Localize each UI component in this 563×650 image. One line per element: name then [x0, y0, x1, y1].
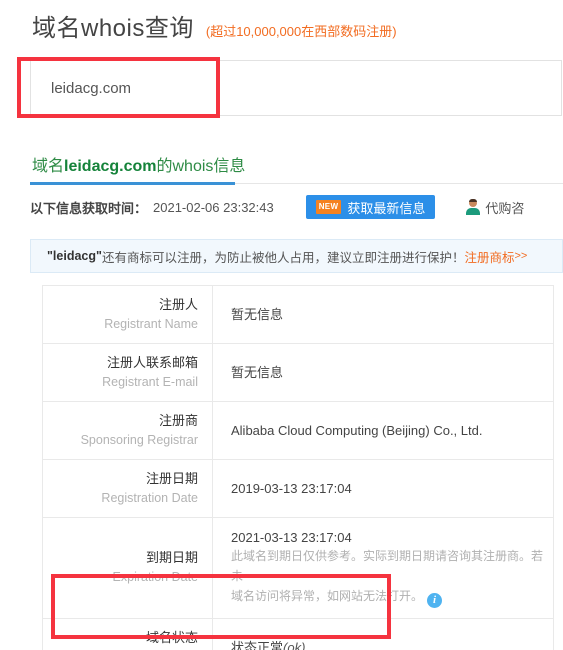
fetch-time-value: 2021-02-06 23:32:43: [153, 199, 274, 215]
label-en: Registrant E-mail: [102, 374, 198, 389]
fetch-time-label: 以下信息获取时间：: [30, 200, 148, 216]
trademark-notice: "leidacg" 还有商标可以注册，为防止被他人占用，建议立即注册进行保护！注…: [30, 239, 563, 273]
row-value-sponsoring-registrar: Alibaba Cloud Computing (Beijing) Co., L…: [212, 400, 554, 460]
page-title-note: (超过10,000,000在西部数码注册): [205, 24, 397, 39]
row-value-registrant-name: 暂无信息: [212, 285, 554, 344]
table-row: 注册商 Sponsoring Registrar Alibaba Cloud C…: [42, 400, 554, 460]
row-value-registration-date: 2019-03-13 23:17:04: [212, 458, 554, 518]
whois-page: 域名whois查询 (超过10,000,000在西部数码注册) 域名leidac…: [0, 0, 563, 650]
expiration-date-value: 2021-03-13 23:17:04: [231, 529, 352, 545]
whois-heading-prefix: 域名: [32, 158, 65, 175]
new-badge: NEW: [315, 200, 342, 214]
row-value-expiration-date: 2021-03-13 23:17:04 此域名到期日仅供参考。实际到期日期请咨询…: [212, 516, 554, 619]
label-cn: 注册人: [158, 297, 198, 312]
label-cn: 注册人联系邮箱: [106, 354, 198, 370]
search-input[interactable]: [31, 61, 561, 115]
label-cn: 注册商: [158, 412, 198, 428]
page-title: 域名whois查询: [32, 15, 194, 42]
trademark-register-link[interactable]: 注册商标: [464, 247, 514, 266]
whois-heading: 域名leidacg.com的whois信息: [32, 152, 245, 176]
trademark-notice-text: 还有商标可以注册，为防止被他人占用，建议立即注册进行保护！: [101, 250, 465, 265]
whois-heading-domain: leidacg.com: [64, 158, 157, 175]
trademark-link-arrows: >>: [514, 250, 528, 262]
refresh-whois-label: 获取最新信息: [347, 200, 426, 216]
row-label-expiration-date: 到期日期 Expiration Date: [42, 516, 213, 619]
agent-consult-link[interactable]: 代购咨: [465, 198, 524, 217]
row-label-registrant-name: 注册人 Registrant Name: [42, 285, 213, 344]
expiration-note-line2: 域名访问将异常，如网站无法打开。: [231, 588, 424, 603]
label-en: Expiration Date: [112, 570, 198, 585]
table-row: 注册人联系邮箱 Registrant E-mail 暂无信息: [42, 342, 554, 402]
label-cn: 域名状态: [145, 629, 198, 645]
agent-consult-label: 代购咨: [485, 200, 525, 216]
heading-underline: [30, 182, 235, 185]
label-en: Registration Date: [101, 490, 198, 505]
table-row: 到期日期 Expiration Date 2021-03-13 23:17:04…: [42, 516, 554, 619]
table-row: 注册人 Registrant Name 暂无信息: [42, 285, 554, 344]
row-value-domain-status: 状态正常(ok): [212, 617, 554, 650]
table-row: 注册日期 Registration Date 2019-03-13 23:17:…: [42, 458, 554, 518]
trademark-notice-quoted: "leidacg": [47, 249, 102, 263]
info-circle-icon[interactable]: i: [427, 592, 443, 608]
whois-heading-suffix: 的whois信息: [156, 158, 246, 175]
label-en: Sponsoring Registrar: [80, 432, 198, 447]
label-cn: 到期日期: [145, 550, 198, 566]
expiration-note: 此域名到期日仅供参考。实际到期日期请咨询其注册商。若未 域名访问将异常，如网站无…: [231, 547, 553, 608]
domain-status-text: 状态正常: [231, 639, 284, 650]
whois-info-table: 注册人 Registrant Name 暂无信息 注册人联系邮箱 Registr…: [42, 285, 554, 650]
fetch-time-row: 以下信息获取时间： 2021-02-06 23:32:43 NEW 获取最新信息…: [30, 192, 563, 222]
row-label-registrant-email: 注册人联系邮箱 Registrant E-mail: [42, 342, 213, 402]
domain-status-code: (ok): [283, 639, 306, 650]
page-title-row: 域名whois查询 (超过10,000,000在西部数码注册): [32, 8, 397, 43]
expiration-note-line1: 此域名到期日仅供参考。实际到期日期请咨询其注册商。若未: [231, 549, 544, 584]
user-avatar-icon: [465, 199, 481, 215]
row-label-domain-status: 域名状态 Domain Status: [42, 617, 213, 650]
refresh-whois-button[interactable]: NEW 获取最新信息: [305, 195, 436, 219]
domain-search-box[interactable]: [30, 60, 562, 116]
label-cn: 注册日期: [145, 470, 198, 486]
table-row: 域名状态 Domain Status 状态正常(ok): [42, 617, 554, 650]
row-value-registrant-email: 暂无信息: [212, 342, 554, 402]
row-label-sponsoring-registrar: 注册商 Sponsoring Registrar: [42, 400, 213, 460]
label-en: Registrant Name: [104, 316, 198, 331]
row-label-registration-date: 注册日期 Registration Date: [42, 458, 213, 518]
